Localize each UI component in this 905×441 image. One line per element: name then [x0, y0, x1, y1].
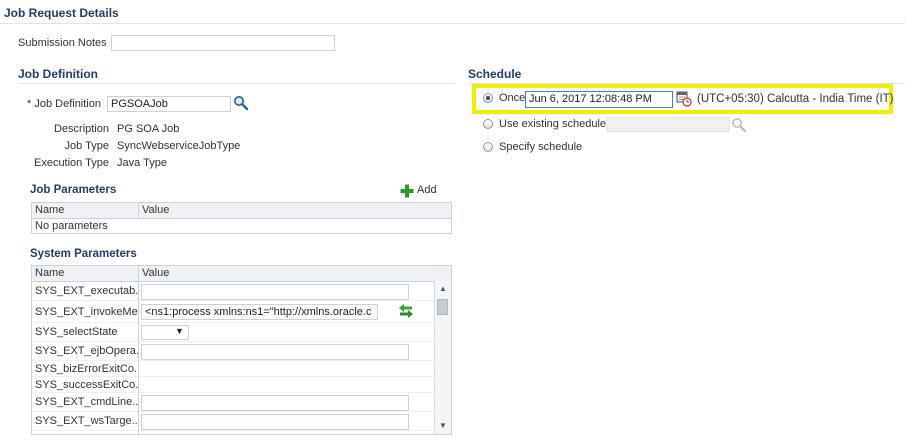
magnifier-icon[interactable] [233, 95, 249, 111]
table-row: SYS_selectState ▼ [32, 323, 434, 342]
submission-notes-label: Submission Notes [18, 37, 107, 49]
edit-value-icon[interactable] [398, 303, 414, 319]
parameter-name: SYS_successExitCo... [35, 379, 139, 391]
parameter-value-input[interactable] [141, 344, 409, 360]
job-definition-heading: Job Definition [18, 67, 98, 81]
column-header-value[interactable]: Value [139, 266, 434, 281]
table-row: SYS_EXT_wsTarge... [32, 412, 434, 431]
parameter-value-input[interactable] [141, 414, 409, 430]
system-parameters-table: Name Value SYS_EXT_executab... SYS_EXT_i… [31, 265, 452, 435]
existing-schedule-input[interactable] [606, 117, 730, 132]
table-row: SYS_EXT_ejbOpera... [32, 342, 434, 361]
empty-message: No parameters [35, 220, 108, 232]
parameter-name: SYS_bizErrorExitCo... [35, 363, 139, 375]
system-parameters-header: Name Value [32, 266, 451, 282]
job-definition-label: * Job Definition [27, 98, 101, 110]
table-row: SYS_successExitCo... [32, 377, 434, 393]
schedule-specify-label: Specify schedule [499, 141, 583, 153]
column-header-value[interactable]: Value [139, 203, 439, 218]
column-divider [138, 281, 139, 434]
parameter-name: SYS_selectState [35, 326, 118, 338]
add-label: Add [417, 184, 437, 196]
schedule-specify-radio[interactable] [483, 142, 493, 152]
schedule-existing-label: Use existing schedule [499, 118, 607, 130]
calendar-clock-icon[interactable] [676, 90, 692, 107]
schedule-heading: Schedule [468, 67, 522, 81]
once-datetime-input[interactable]: Jun 6, 2017 12:08:48 PM [525, 91, 673, 108]
system-parameters-heading: System Parameters [30, 248, 137, 260]
parameter-value-input[interactable] [141, 395, 409, 411]
parameter-name: SYS_EXT_executab... [35, 285, 139, 297]
job-type-label: Job Type [64, 140, 109, 152]
schedule-once-radio[interactable] [483, 93, 493, 103]
parameter-name: SYS_EXT_ejbOpera... [35, 345, 139, 357]
scrollbar-thumb[interactable] [437, 299, 448, 315]
title-divider [0, 23, 905, 24]
parameter-name: SYS_EXT_invokeMe... [35, 306, 139, 318]
column-header-name[interactable]: Name [32, 203, 138, 218]
parameter-name: SYS_EXT_wsTarge... [35, 415, 139, 427]
column-header-name[interactable]: Name [32, 266, 138, 281]
submission-notes-input[interactable] [111, 35, 335, 51]
timezone-label: (UTC+05:30) Calcutta - India Time (IT) [697, 93, 894, 105]
table-row: SYS_bizErrorExitCo... [32, 361, 434, 377]
description-value: PG SOA Job [117, 123, 180, 135]
job-parameters-heading: Job Parameters [30, 184, 117, 196]
description-label: Description [53, 123, 109, 135]
execution-type-label: Execution Type [33, 157, 109, 169]
scroll-down-icon[interactable]: ▼ [439, 421, 447, 430]
job-parameters-header: Name Value [32, 203, 451, 219]
table-row: SYS_EXT_invokeMe... <ns1:process xmlns:n… [32, 301, 434, 323]
schedule-existing-radio[interactable] [483, 119, 493, 129]
scroll-up-icon[interactable]: ▲ [439, 284, 447, 293]
page-title: Job Request Details [4, 6, 119, 20]
job-definition-divider [18, 83, 455, 84]
parameter-value-input[interactable]: <ns1:process xmlns:ns1="http://xmlns.ora… [141, 304, 378, 320]
magnifier-icon[interactable] [731, 117, 747, 133]
job-definition-input[interactable]: PGSOAJob [107, 96, 231, 112]
table-row: SYS_EXT_executab... [32, 282, 434, 301]
vertical-scrollbar[interactable]: ▲ ▼ [434, 281, 451, 434]
job-type-value: SyncWebserviceJobType [117, 140, 241, 152]
table-row: SYS_EXT_cmdLine... [32, 393, 434, 412]
execution-type-value: Java Type [117, 157, 167, 169]
job-parameters-table: Name Value No parameters [31, 202, 452, 234]
add-icon [400, 184, 414, 198]
chevron-down-icon[interactable]: ▼ [175, 326, 184, 336]
schedule-once-label: Once [499, 92, 526, 104]
parameter-value-input[interactable] [141, 284, 409, 300]
parameter-name: SYS_EXT_cmdLine... [35, 396, 139, 408]
